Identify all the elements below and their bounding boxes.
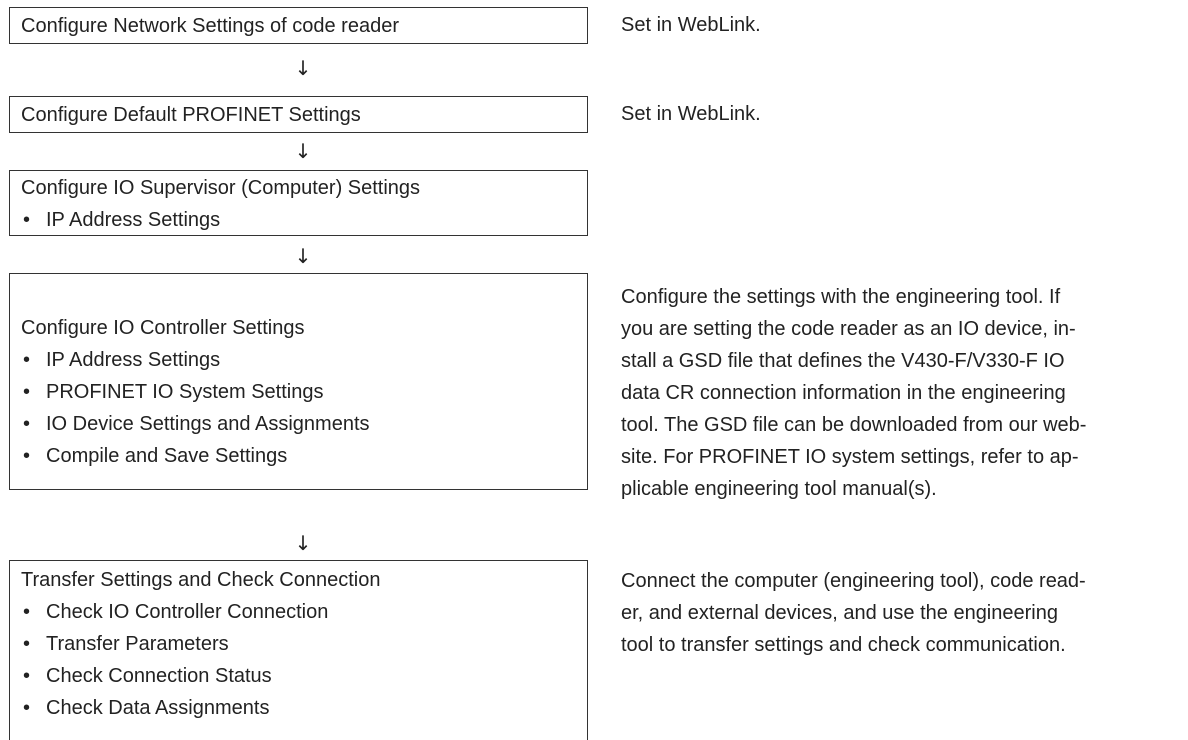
step-note: Configure the settings with the engineer… <box>621 286 1087 500</box>
down-arrow-icon: ↓ <box>294 56 312 80</box>
step-note: Set in WebLink. <box>621 103 761 125</box>
step-box-profinet-defaults: Configure Default PROFINET Settings <box>9 96 588 133</box>
bullet-icon: • <box>23 697 31 719</box>
list-item: • IP Address Settings <box>21 204 587 236</box>
list-item: • Check Data Assignments <box>21 692 587 724</box>
list-item: • Compile and Save Settings <box>21 440 587 472</box>
bullet-icon: • <box>23 633 31 655</box>
bullet-icon: • <box>23 413 31 435</box>
bullet-icon: • <box>23 445 31 467</box>
list-item: • Check IO Controller Connection <box>21 596 587 628</box>
step-item-list: • IP Address Settings <box>21 204 587 236</box>
step-box-network-settings: Configure Network Settings of code reade… <box>9 7 588 44</box>
list-item: • IP Address Settings <box>21 344 587 376</box>
step-item-list: • IP Address Settings • PROFINET IO System… <box>21 344 587 472</box>
step-box-io-controller: Configure IO Controller Settings • IP Add… <box>9 273 588 490</box>
step-title: Configure Default PROFINET Settings <box>21 104 361 126</box>
bullet-icon: • <box>23 665 31 687</box>
list-item: • PROFINET IO System Settings <box>21 376 587 408</box>
bullet-icon: • <box>23 601 31 623</box>
down-arrow-icon: ↓ <box>294 531 312 555</box>
step-title: Configure Network Settings of code reade… <box>21 15 399 37</box>
bullet-icon: • <box>23 209 31 231</box>
step-title: Configure IO Controller Settings <box>21 317 305 339</box>
step-box-io-supervisor: Configure IO Supervisor (Computer) Setti… <box>9 170 588 236</box>
step-note: Set in WebLink. <box>621 14 761 36</box>
down-arrow-icon: ↓ <box>294 244 312 268</box>
step-item-list: • Check IO Controller Connection • Transfe… <box>21 596 587 724</box>
list-item: • IO Device Settings and Assignments <box>21 408 587 440</box>
step-note: Connect the computer (engineering tool),… <box>621 570 1086 656</box>
down-arrow-icon: ↓ <box>294 139 312 163</box>
step-title: Configure IO Supervisor (Computer) Setti… <box>21 177 421 199</box>
list-item: • Transfer Parameters <box>21 628 587 660</box>
step-box-transfer-check: Transfer Settings and Check Connection •… <box>9 560 588 740</box>
bullet-icon: • <box>23 381 31 403</box>
bullet-icon: • <box>23 349 31 371</box>
list-item: • Check Connection Status <box>21 660 587 692</box>
step-title: Transfer Settings and Check Connection <box>21 569 381 591</box>
